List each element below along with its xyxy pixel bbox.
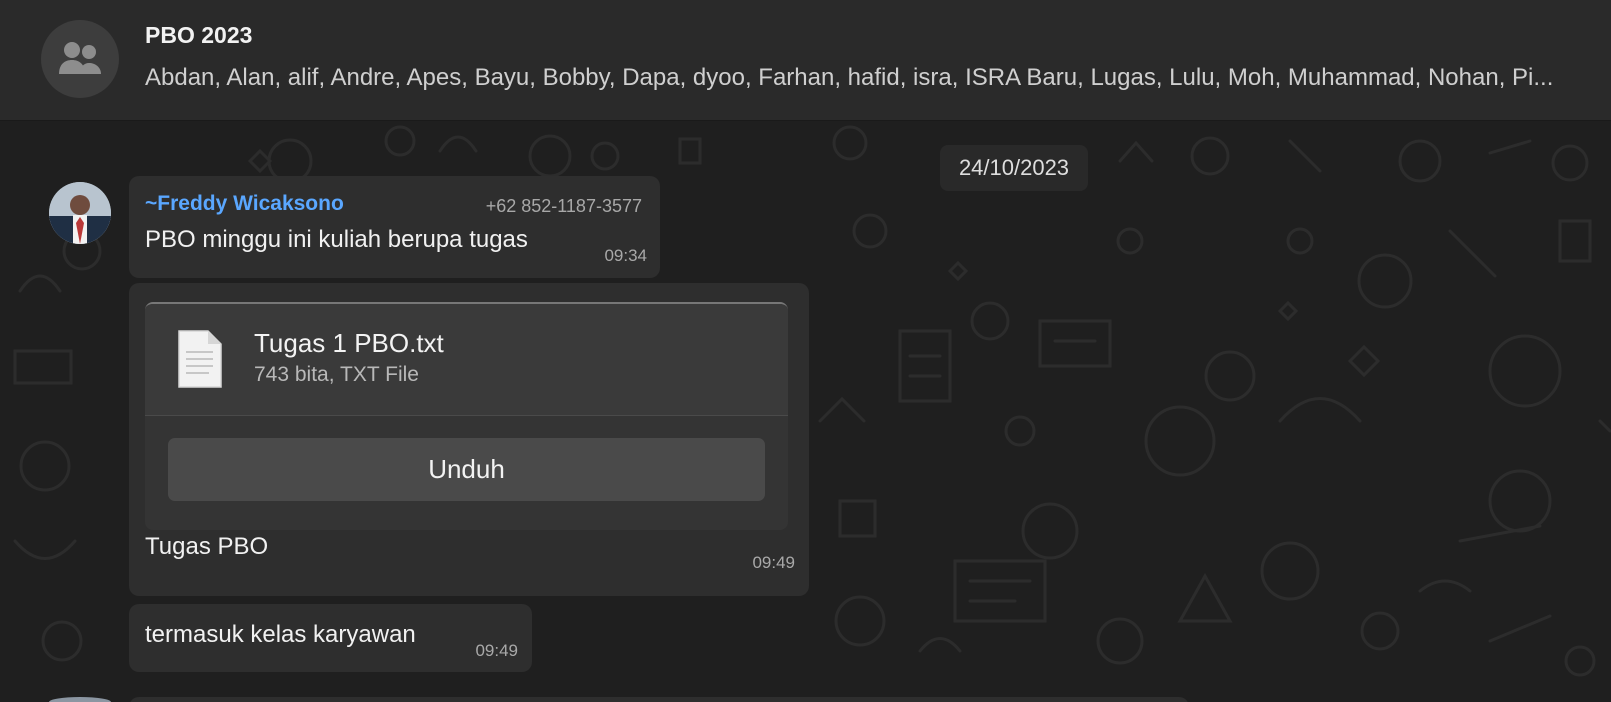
sender-photo [49,182,111,244]
document-icon [178,330,222,388]
sender-name[interactable]: ~Freddy Wicaksono [145,192,344,216]
message-bubble-3[interactable]: termasuk kelas karyawan 09:49 [129,604,532,672]
sender-phone: +62 852-1187-3577 [485,196,642,216]
message-text: termasuk kelas karyawan [145,621,416,648]
chat-area[interactable]: 24/10/2023 ~Freddy Wicaksono +62 852-118… [0,121,1611,702]
group-avatar[interactable] [41,20,119,98]
download-button[interactable]: Unduh [168,438,765,501]
file-attachment-card[interactable]: Tugas 1 PBO.txt 743 bita, TXT File Unduh [145,302,788,530]
chat-header[interactable]: PBO 2023 Abdan, Alan, alif, Andre, Apes,… [0,0,1611,121]
file-caption: Tugas PBO [145,533,269,560]
message-time: 09:34 [604,246,647,265]
message-bubble-1[interactable]: ~Freddy Wicaksono +62 852-1187-3577 PBO … [129,176,660,278]
next-message-bubble[interactable] [129,697,1189,702]
file-message-bubble[interactable]: Tugas 1 PBO.txt 743 bita, TXT File Unduh… [129,283,809,596]
group-members: Abdan, Alan, alif, Andre, Apes, Bayu, Bo… [145,64,1554,91]
message-time: 09:49 [475,641,518,660]
next-sender-avatar[interactable] [49,697,111,702]
file-meta: 743 bita, TXT File [254,363,419,386]
date-separator: 24/10/2023 [940,145,1088,191]
group-name: PBO 2023 [145,22,253,48]
message-time: 09:49 [752,553,795,572]
sender-avatar[interactable] [49,182,111,244]
file-name: Tugas 1 PBO.txt [254,328,444,358]
file-info[interactable]: Tugas 1 PBO.txt 743 bita, TXT File [145,304,788,416]
group-people-icon [59,42,101,74]
message-text: PBO minggu ini kuliah berupa tugas [145,226,528,253]
